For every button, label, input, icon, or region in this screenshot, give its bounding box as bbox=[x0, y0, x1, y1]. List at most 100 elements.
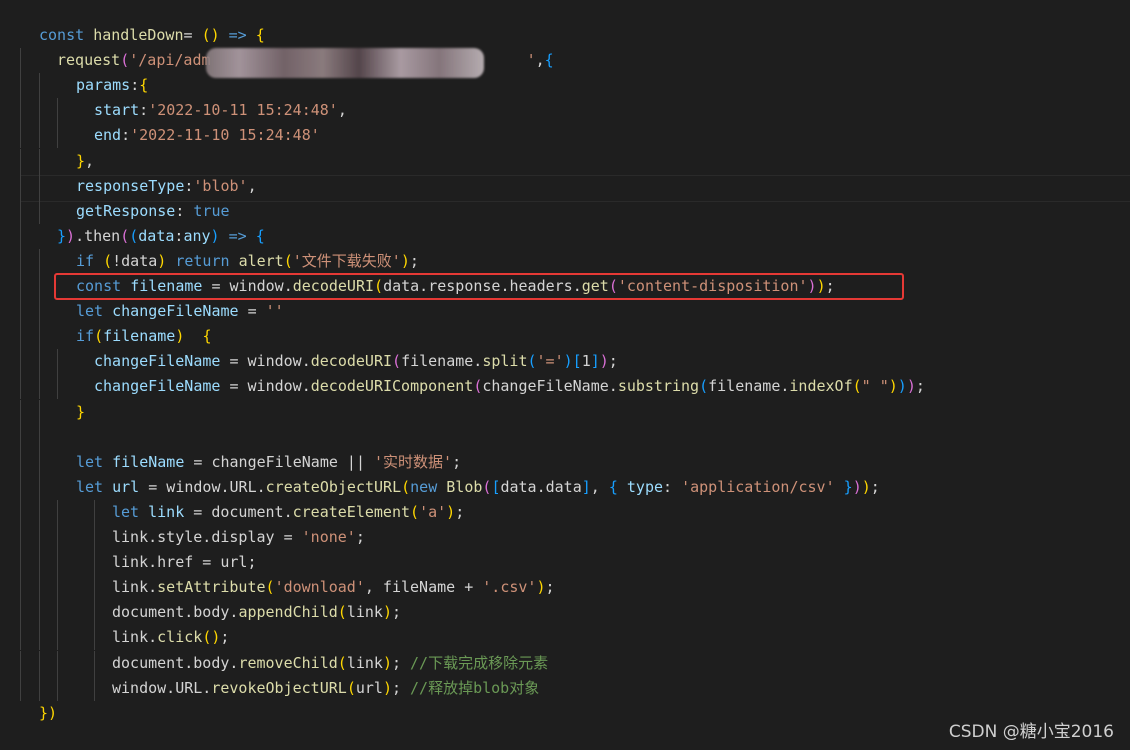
code-token: ; bbox=[355, 528, 365, 546]
indent-guide bbox=[20, 274, 21, 299]
indent-guide bbox=[39, 474, 40, 500]
indent-guide bbox=[20, 424, 21, 450]
indent-guide bbox=[57, 123, 58, 149]
code-token: revokeObjectURL bbox=[211, 678, 347, 697]
code-token: 'blob' bbox=[193, 176, 248, 195]
indent-guide bbox=[57, 650, 58, 676]
indent-guide bbox=[20, 48, 21, 74]
code-line: link.click(); bbox=[0, 625, 1130, 651]
code-token: link bbox=[346, 603, 383, 622]
indent-guide bbox=[39, 550, 40, 576]
code-token: '2022-11-10 15:24:48' bbox=[130, 126, 320, 145]
indent-guide bbox=[94, 675, 95, 701]
code-line: } bbox=[0, 399, 1130, 425]
indent-guide bbox=[20, 98, 21, 124]
code-text: document.body.appendChild(link); bbox=[112, 600, 401, 625]
code-text: link.href = url; bbox=[112, 550, 257, 575]
code-token: ( bbox=[120, 226, 130, 245]
code-token: : bbox=[130, 76, 140, 95]
code-line: end:'2022-11-10 15:24:48' bbox=[0, 123, 1130, 149]
code-token: ) bbox=[446, 502, 456, 521]
code-token: !data bbox=[112, 251, 158, 270]
indent-guide bbox=[39, 675, 40, 701]
code-text: }).then((data:any) => { bbox=[57, 224, 265, 249]
code-token: changeFileName bbox=[112, 302, 248, 321]
code-token: { bbox=[202, 327, 212, 346]
code-token: filename. bbox=[401, 352, 483, 371]
code-token: ( bbox=[473, 377, 483, 396]
code-token: ) bbox=[400, 251, 410, 270]
code-line: request('/api/adm ',{ bbox=[0, 48, 1130, 74]
code-token: , bbox=[337, 101, 347, 120]
code-token: setAttribute bbox=[157, 578, 266, 597]
code-token: ; bbox=[220, 628, 230, 647]
code-token: let bbox=[76, 302, 113, 321]
code-token: } bbox=[834, 477, 853, 496]
code-token: end bbox=[94, 126, 122, 145]
code-token: => bbox=[219, 26, 256, 44]
indent-guide bbox=[39, 148, 40, 174]
indent-guide bbox=[20, 173, 21, 199]
code-line: changeFileName = window.decodeURICompone… bbox=[0, 374, 1130, 400]
code-token: } bbox=[76, 402, 86, 421]
code-token: " " bbox=[861, 377, 889, 396]
code-token: start bbox=[94, 101, 140, 120]
code-token: decodeURIComponent bbox=[310, 377, 474, 396]
code-editor[interactable]: const handleDown= () => {request('/api/a… bbox=[0, 0, 1130, 750]
code-token: ) bbox=[382, 653, 392, 672]
code-token: document.body. bbox=[112, 603, 239, 622]
indent-guide bbox=[39, 173, 40, 199]
code-token: ; bbox=[915, 377, 925, 396]
code-token: if bbox=[76, 251, 104, 270]
code-token: '文件下载失败' bbox=[292, 251, 401, 270]
code-text: if(filename) { bbox=[76, 324, 211, 349]
code-token: ) bbox=[536, 578, 546, 597]
code-token: data.data bbox=[500, 477, 582, 496]
indent-guide bbox=[94, 575, 95, 601]
indent-guide bbox=[57, 625, 58, 651]
code-token: appendChild bbox=[238, 603, 338, 622]
indent-guide bbox=[57, 600, 58, 626]
code-token: ) bbox=[382, 678, 392, 697]
indent-guide bbox=[39, 374, 40, 400]
code-token: split bbox=[482, 352, 528, 371]
code-token: ( bbox=[129, 226, 139, 245]
indent-guide bbox=[20, 73, 21, 99]
code-token: }) bbox=[39, 703, 58, 722]
code-text: link.click(); bbox=[112, 625, 229, 650]
code-token: = window. bbox=[229, 352, 311, 371]
code-text: let link = document.createElement('a'); bbox=[112, 500, 464, 525]
watermark: CSDN @糖小宝2016 bbox=[948, 722, 1114, 742]
code-token: } bbox=[57, 226, 67, 245]
code-token: 'a' bbox=[419, 502, 447, 521]
code-token: true bbox=[193, 201, 230, 220]
code-line: link.href = url; bbox=[0, 550, 1130, 576]
code-text: let url = window.URL.createObjectURL(new… bbox=[76, 475, 880, 500]
indent-guide bbox=[39, 575, 40, 601]
indent-guide bbox=[20, 650, 21, 676]
code-token: : bbox=[121, 126, 131, 145]
code-text: link.style.display = 'none'; bbox=[112, 525, 365, 550]
code-token: : bbox=[139, 101, 149, 120]
indent-guide bbox=[39, 625, 40, 651]
code-token: 'none' bbox=[301, 528, 356, 546]
code-token: ) bbox=[852, 477, 862, 496]
code-token: alert bbox=[238, 251, 284, 270]
code-token: ; bbox=[409, 251, 419, 270]
code-line: }).then((data:any) => { bbox=[0, 223, 1130, 249]
code-token: fileName bbox=[112, 452, 194, 471]
code-line: responseType:'blob', bbox=[0, 173, 1130, 199]
code-token: ) bbox=[382, 603, 392, 622]
code-token: '2022-10-11 15:24:48' bbox=[148, 101, 338, 120]
indent-guide bbox=[94, 600, 95, 626]
code-token: link.style.display = bbox=[112, 528, 302, 546]
code-token: indexOf bbox=[789, 377, 853, 396]
code-token: { bbox=[544, 51, 554, 70]
code-text: params:{ bbox=[76, 73, 148, 98]
indent-guide bbox=[57, 349, 58, 375]
indent-guide bbox=[94, 550, 95, 576]
code-token: changeFileName. bbox=[482, 377, 618, 396]
code-token: link. bbox=[112, 578, 158, 597]
code-token: params bbox=[76, 76, 131, 95]
code-text: changeFileName = window.decodeURICompone… bbox=[94, 374, 925, 399]
